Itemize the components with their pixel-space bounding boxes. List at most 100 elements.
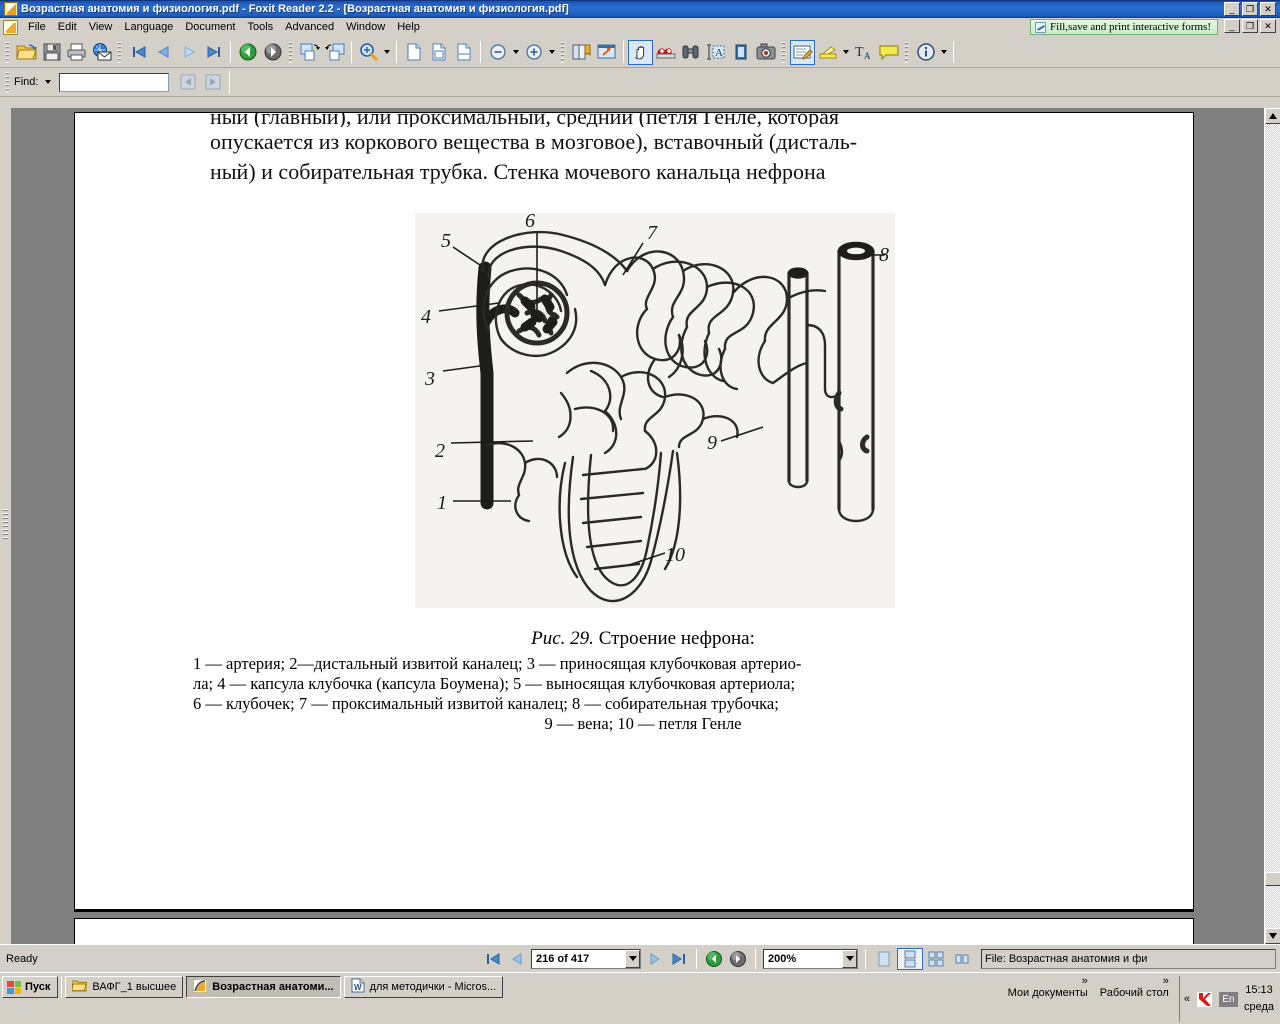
actual-size-icon[interactable] [401, 40, 426, 65]
status-back-button[interactable] [702, 948, 726, 970]
bookmarks-icon[interactable] [569, 40, 594, 65]
task-button-foxit[interactable]: Возрастная анатоми... [186, 976, 341, 998]
chevron-right-icon[interactable]: » [1082, 976, 1088, 987]
find-next-icon[interactable] [200, 70, 225, 95]
open-icon[interactable] [14, 40, 39, 65]
about-info-icon[interactable] [913, 40, 938, 65]
minimize-button[interactable]: _ [1224, 2, 1240, 16]
page-number-dropdown-icon[interactable] [625, 949, 640, 968]
svg-text:W: W [354, 983, 362, 992]
toolbar-grip-nav[interactable] [117, 41, 123, 63]
find-options-dropdown-icon[interactable] [42, 70, 53, 95]
windows-logo-icon [7, 980, 21, 994]
menu-item-advanced[interactable]: Advanced [279, 19, 340, 35]
scroll-up-button[interactable] [1265, 108, 1280, 124]
next-page-icon[interactable] [176, 40, 201, 65]
find-label: Find: [14, 76, 39, 88]
zoom-in-icon[interactable] [521, 40, 546, 65]
menu-item-tools[interactable]: Tools [241, 19, 279, 35]
zoom-level-field[interactable]: 200% [763, 948, 858, 969]
deskband-desktop[interactable]: » Рабочий стол [1094, 976, 1175, 1000]
single-page-view-icon[interactable] [871, 948, 897, 970]
toolbar-grip-rotate[interactable] [288, 41, 294, 63]
toolbar-grip-comment[interactable] [781, 41, 787, 63]
mdi-restore-button[interactable]: ❐ [1242, 19, 1258, 33]
go-back-icon[interactable] [235, 40, 260, 65]
menu-item-document[interactable]: Document [179, 19, 241, 35]
language-indicator[interactable]: En [1218, 991, 1238, 1007]
menu-item-file[interactable]: File [22, 19, 52, 35]
search-input[interactable] [59, 72, 170, 92]
save-icon[interactable] [39, 40, 64, 65]
snapshot-icon[interactable] [753, 40, 778, 65]
full-screen-icon[interactable] [594, 40, 619, 65]
snapshot-read-icon[interactable] [653, 40, 678, 65]
deskband-my-documents[interactable]: » Мои документы [1002, 976, 1094, 1000]
previous-page-icon[interactable] [151, 40, 176, 65]
rotate-clockwise-icon[interactable] [297, 40, 322, 65]
close-button[interactable]: ✕ [1260, 2, 1276, 16]
print-icon[interactable] [64, 40, 89, 65]
task-button-explorer[interactable]: ВАФГ_1 высшее [65, 976, 184, 998]
email-icon[interactable] [89, 40, 114, 65]
first-page-icon[interactable] [126, 40, 151, 65]
menu-item-edit[interactable]: Edit [52, 19, 83, 35]
menu-item-view[interactable]: View [83, 19, 119, 35]
menu-item-language[interactable]: Language [118, 19, 179, 35]
highlight-dropdown-icon[interactable] [840, 40, 851, 65]
zoom-out-icon[interactable] [485, 40, 510, 65]
text-style-icon[interactable]: TA [851, 40, 876, 65]
zoom-in-tool-icon[interactable] [356, 40, 381, 65]
facing-view-icon[interactable] [923, 948, 949, 970]
menu-item-help[interactable]: Help [391, 19, 426, 35]
clock[interactable]: 15:13 среда [1244, 982, 1274, 1016]
start-button[interactable]: Пуск [2, 976, 59, 998]
fit-page-icon[interactable] [426, 40, 451, 65]
navigation-panel-collapsed[interactable] [0, 108, 12, 944]
note-icon[interactable] [876, 40, 901, 65]
status-next-page-button[interactable] [643, 948, 667, 970]
scrollbar-thumb[interactable] [1265, 872, 1280, 886]
fit-width-icon[interactable] [451, 40, 476, 65]
toolbar-grip-view[interactable] [560, 41, 566, 63]
find-toolbar-grip[interactable] [5, 71, 11, 93]
select-image-icon[interactable] [728, 40, 753, 65]
toolbar-grip-file[interactable] [5, 41, 11, 63]
navigation-splitter-grip[interactable] [3, 509, 8, 540]
document-icon[interactable] [3, 19, 18, 35]
status-first-page-button[interactable] [481, 948, 505, 970]
zoom-dropdown-icon[interactable] [842, 949, 857, 968]
tray-collapse-icon[interactable]: « [1184, 993, 1190, 1005]
status-last-page-button[interactable] [667, 948, 691, 970]
chevron-right-icon[interactable]: » [1163, 976, 1169, 987]
highlight-icon[interactable] [815, 40, 840, 65]
mdi-close-button[interactable]: ✕ [1260, 19, 1276, 33]
zoom-in-dropdown-icon[interactable] [546, 40, 557, 65]
interactive-forms-banner[interactable]: Fill,save and print interactive forms! [1030, 19, 1218, 35]
scroll-down-button[interactable] [1265, 928, 1280, 944]
zoom-out-dropdown-icon[interactable] [510, 40, 521, 65]
vertical-scrollbar[interactable] [1264, 108, 1280, 944]
about-dropdown-icon[interactable] [938, 40, 949, 65]
status-previous-page-button[interactable] [505, 948, 529, 970]
task-button-word[interactable]: W для методички - Micros... [343, 976, 504, 998]
select-text-icon[interactable]: A [703, 40, 728, 65]
mdi-minimize-button[interactable]: _ [1224, 19, 1240, 33]
toolbar-grip-help[interactable] [904, 41, 910, 63]
hand-tool-icon[interactable] [628, 39, 653, 65]
continuous-facing-view-icon[interactable] [949, 948, 975, 970]
find-binoculars-icon[interactable] [678, 40, 703, 65]
find-previous-icon[interactable] [175, 70, 200, 95]
page-number-field[interactable]: 216 of 417 [531, 948, 641, 969]
typewriter-icon[interactable] [790, 39, 815, 65]
rotate-counterclockwise-icon[interactable] [322, 40, 347, 65]
menu-item-window[interactable]: Window [340, 19, 391, 35]
status-forward-button[interactable] [726, 948, 750, 970]
page-view[interactable]: ный (главный), или проксимальный, средни… [12, 108, 1263, 944]
go-forward-icon[interactable] [260, 40, 285, 65]
maximize-button[interactable]: ❐ [1242, 2, 1258, 16]
last-page-icon[interactable] [201, 40, 226, 65]
kaspersky-icon[interactable] [1196, 991, 1213, 1008]
continuous-view-icon[interactable] [897, 947, 923, 970]
zoom-tool-dropdown-icon[interactable] [381, 40, 392, 65]
